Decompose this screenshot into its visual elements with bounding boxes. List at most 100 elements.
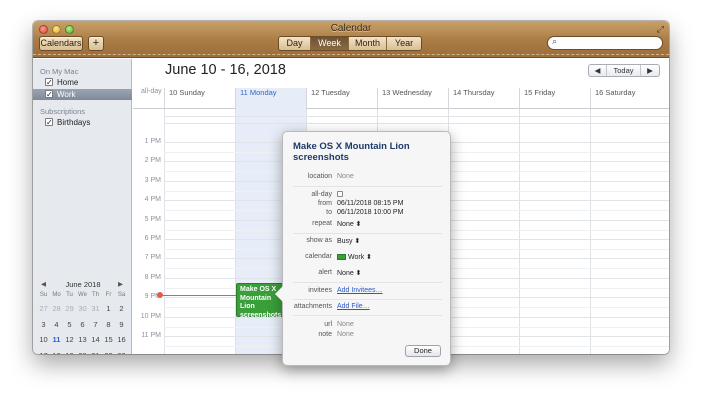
tab-month[interactable]: Month xyxy=(349,37,387,50)
mini-weekday: Fr xyxy=(105,292,112,298)
divider xyxy=(293,233,442,234)
add-file-link[interactable]: Add File… xyxy=(337,303,370,310)
day-header[interactable]: 10 Sunday xyxy=(164,88,235,111)
day-header[interactable]: 16 Saturday xyxy=(590,88,661,111)
mini-day[interactable]: 4 xyxy=(50,317,63,333)
mini-day[interactable]: 13 xyxy=(76,332,89,348)
mini-day[interactable]: 21 xyxy=(89,348,102,355)
day-header[interactable]: 15 Friday xyxy=(519,88,590,111)
day-header[interactable]: 14 Thursday xyxy=(448,88,519,111)
fullscreen-icon[interactable]: ⤢ xyxy=(657,24,664,35)
repeat-label: repeat xyxy=(312,220,332,227)
sidebar-item-birthdays[interactable]: ✓ Birthdays xyxy=(33,117,132,128)
row-invitees: invitees Add Invitees… xyxy=(283,287,452,297)
mini-day[interactable]: 7 xyxy=(89,317,102,333)
attachments-label: attachments xyxy=(293,303,332,310)
mini-day[interactable]: 12 xyxy=(63,332,76,348)
row-repeat: repeat None ⬍ xyxy=(283,220,452,230)
row-to: to 06/11/2018 10:00 PM xyxy=(283,209,452,219)
mini-weekday: Sa xyxy=(117,292,126,298)
alert-label: alert xyxy=(318,269,332,276)
sidebar-item-label: Home xyxy=(57,78,79,87)
previous-week-button[interactable]: ◀ xyxy=(589,65,607,76)
mini-day[interactable]: 10 xyxy=(37,332,50,348)
checkbox-home[interactable]: ✓ xyxy=(45,78,53,87)
mini-day[interactable]: 14 xyxy=(89,332,102,348)
mini-day[interactable]: 16 xyxy=(115,332,128,348)
url-label: url xyxy=(324,321,332,328)
search-input[interactable] xyxy=(562,38,658,49)
hour-label: 3 PM xyxy=(144,177,161,184)
search-field[interactable]: ⌕ xyxy=(547,36,663,50)
mini-day[interactable]: 17 xyxy=(37,348,50,355)
mini-calendar: ◀ June 2018 ▶ Su Mo Tu We Th Fr Sa 27 28 29 30 31 1… xyxy=(37,280,129,354)
mini-day[interactable]: 1 xyxy=(102,301,115,317)
mini-day[interactable]: 28 xyxy=(50,301,63,317)
from-field[interactable]: 06/11/2018 08:15 PM xyxy=(337,200,403,207)
sidebar-item-work[interactable]: ✓ Work xyxy=(33,89,132,100)
mini-day[interactable]: 8 xyxy=(102,317,115,333)
next-week-button[interactable]: ▶ xyxy=(641,65,659,76)
mini-calendar-weekdays: Su Mo Tu We Th Fr Sa xyxy=(37,292,129,298)
tab-day[interactable]: Day xyxy=(279,37,311,50)
mini-day[interactable]: 9 xyxy=(115,317,128,333)
row-location: location None xyxy=(283,173,452,183)
mini-day[interactable]: 30 xyxy=(76,301,89,317)
hour-label: 4 PM xyxy=(144,196,161,203)
mini-next-month-icon[interactable]: ▶ xyxy=(118,280,123,288)
day-header[interactable]: 13 Wednesday xyxy=(377,88,448,111)
done-button[interactable]: Done xyxy=(405,345,441,357)
mini-day[interactable]: 6 xyxy=(76,317,89,333)
mini-day[interactable]: 23 xyxy=(115,348,128,355)
row-url: url None xyxy=(283,321,452,331)
url-field[interactable]: None xyxy=(337,321,354,328)
mini-day[interactable]: 5 xyxy=(63,317,76,333)
hour-label: 2 PM xyxy=(144,157,161,164)
add-invitees-link[interactable]: Add Invitees… xyxy=(337,287,383,294)
all-day-checkbox[interactable] xyxy=(337,191,343,198)
day-header[interactable]: 12 Tuesday xyxy=(306,88,377,111)
mini-weekday: Su xyxy=(39,292,48,298)
row-alert: alert None ⬍ xyxy=(283,269,452,279)
location-field[interactable]: None xyxy=(337,173,354,180)
alert-select[interactable]: None ⬍ xyxy=(337,269,362,277)
mini-day[interactable]: 18 xyxy=(50,348,63,355)
mini-day[interactable]: 3 xyxy=(37,317,50,333)
to-field[interactable]: 06/11/2018 10:00 PM xyxy=(337,209,403,216)
mini-day[interactable]: 22 xyxy=(102,348,115,355)
day-header[interactable]: 11 Monday xyxy=(235,88,306,111)
today-button[interactable]: Today xyxy=(607,65,641,76)
mini-day[interactable]: 11 xyxy=(50,332,63,348)
add-event-button[interactable]: + xyxy=(88,36,104,51)
calendar-select-value: Work ⬍ xyxy=(348,254,373,261)
mini-day[interactable]: 19 xyxy=(63,348,76,355)
sidebar: On My Mac ✓ Home ✓ Work Subscriptions ✓ … xyxy=(33,59,132,354)
note-label: note xyxy=(318,331,332,338)
show-as-select[interactable]: Busy ⬍ xyxy=(337,237,360,245)
date-range-title: June 10 - 16, 2018 xyxy=(165,62,286,78)
tab-year[interactable]: Year xyxy=(387,37,421,50)
checkbox-birthdays[interactable]: ✓ xyxy=(45,118,53,127)
event-title-field[interactable]: Make OS X Mountain Lion screenshots xyxy=(293,141,443,163)
mini-day[interactable]: 29 xyxy=(63,301,76,317)
calendar-select[interactable]: Work ⬍ xyxy=(337,253,372,261)
note-field[interactable]: None xyxy=(337,331,354,338)
sidebar-item-home[interactable]: ✓ Home xyxy=(33,77,132,88)
mini-day[interactable]: 27 xyxy=(37,301,50,317)
search-icon: ⌕ xyxy=(552,36,558,46)
checkbox-work[interactable]: ✓ xyxy=(45,90,53,99)
calendars-button[interactable]: Calendars xyxy=(39,36,83,51)
mini-calendar-header: ◀ June 2018 ▶ xyxy=(37,280,129,291)
mini-day[interactable]: 20 xyxy=(76,348,89,355)
sidebar-item-label: Birthdays xyxy=(57,118,91,127)
hour-label: 7 PM xyxy=(144,254,161,261)
tab-week[interactable]: Week xyxy=(311,37,349,50)
desktop: Calendar ⤢ Calendars + Day Week Month Ye… xyxy=(0,0,703,403)
divider xyxy=(293,315,442,316)
day-headers: all-day 10 Sunday 11 Monday 12 Tuesday 13 W… xyxy=(133,85,669,111)
mini-day[interactable]: 15 xyxy=(102,332,115,348)
mini-prev-month-icon[interactable]: ◀ xyxy=(41,280,46,288)
mini-day[interactable]: 2 xyxy=(115,301,128,317)
mini-day[interactable]: 31 xyxy=(89,301,102,317)
repeat-select[interactable]: None ⬍ xyxy=(337,220,362,228)
